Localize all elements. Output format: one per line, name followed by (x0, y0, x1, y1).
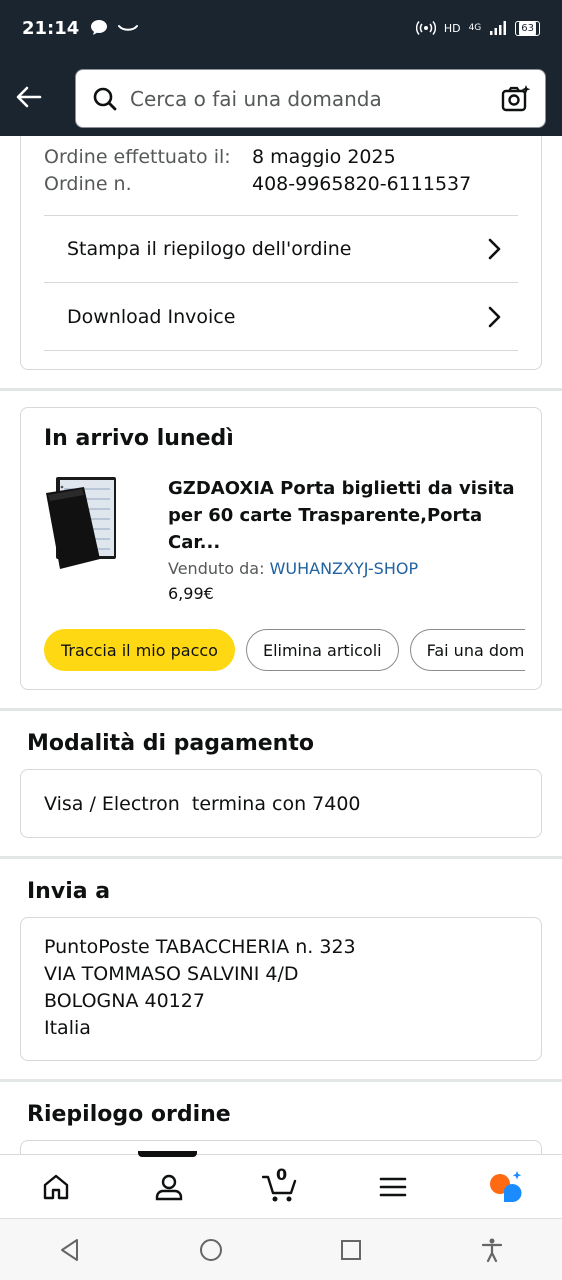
seller-link[interactable]: WUHANZXYJ-SHOP (270, 559, 419, 578)
order-date-label: Ordine effettuato il: (44, 146, 231, 168)
nav-rufus[interactable] (476, 1157, 536, 1217)
address-line-1: PuntoPoste TABACCHERIA n. 323 (44, 936, 356, 958)
order-number-row: Ordine n. 408-9965820-6111537 (44, 171, 518, 198)
product-image[interactable] (44, 475, 144, 571)
track-package-button[interactable]: Traccia il mio pacco (44, 629, 235, 671)
delivery-heading: In arrivo lunedì (44, 426, 234, 451)
address-line-3: BOLOGNA 40127 (44, 990, 205, 1012)
address-line-2: VIA TOMMASO SALVINI 4/D (44, 963, 299, 985)
order-date-value: 8 maggio 2025 (252, 146, 396, 168)
back-arrow-icon[interactable] (14, 82, 44, 112)
shipping-address-card: PuntoPoste TABACCHERIA n. 323 VIA TOMMAS… (20, 917, 542, 1061)
payment-title: Modalità di pagamento (27, 731, 314, 756)
wave-icon (118, 25, 139, 31)
app-header: 21:14 HD 4G 63 Cerca o fai una domanda (0, 0, 562, 136)
search-input[interactable]: Cerca o fai una domanda (130, 87, 501, 111)
chat-bubble-icon (91, 20, 108, 35)
camera-search-icon[interactable] (501, 84, 531, 114)
item-price: 6,99€ (168, 584, 214, 603)
system-navigation-bar (0, 1218, 562, 1280)
system-recents-icon[interactable] (338, 1237, 364, 1263)
hamburger-menu-icon (380, 1177, 407, 1196)
status-time: 21:14 (22, 17, 80, 39)
bottom-navigation: 0 (0, 1151, 562, 1218)
accessibility-icon[interactable] (479, 1237, 505, 1263)
payment-method: Visa / Electron termina con 7400 (44, 792, 361, 815)
nav-menu[interactable] (363, 1157, 423, 1217)
delivery-card: In arrivo lunedì GZDAOXIA Porta bigliett… (20, 407, 542, 690)
search-bar[interactable]: Cerca o fai una domanda (75, 69, 546, 128)
sold-by: Venduto da: WUHANZXYJ-SHOP (168, 559, 525, 578)
hotspot-icon (415, 21, 436, 35)
status-bar: 21:14 HD 4G 63 (0, 0, 562, 56)
network-indicator: 4G (468, 23, 482, 33)
ask-question-button[interactable]: Fai una domanda (409, 629, 525, 671)
order-number-value: 408-9965820-6111537 (252, 173, 472, 195)
download-invoice-link[interactable]: Download Invoice (44, 283, 518, 351)
nav-cart[interactable]: 0 (251, 1157, 311, 1217)
order-details-content[interactable]: Ordine effettuato il: 8 maggio 2025 Ordi… (0, 136, 562, 1154)
print-summary-label: Stampa il riepilogo dell'ordine (67, 238, 352, 260)
signal-icon (490, 21, 507, 35)
address-line-4: Italia (44, 1017, 91, 1039)
item-title-line-2: per 60 carte Trasparente,Porta Car... (168, 505, 483, 553)
nav-home[interactable] (26, 1157, 86, 1217)
item-title-line-1: GZDAOXIA Porta biglietti da visita (168, 478, 515, 499)
payment-card: Visa / Electron termina con 7400 (20, 769, 542, 838)
battery-icon: 63 (515, 20, 540, 36)
download-invoice-label: Download Invoice (67, 305, 236, 328)
system-back-icon[interactable] (57, 1237, 83, 1263)
cart-count: 0 (275, 1164, 288, 1184)
order-date-row: Ordine effettuato il: 8 maggio 2025 (44, 144, 518, 171)
nav-account[interactable] (139, 1157, 199, 1217)
summary-card (20, 1140, 542, 1154)
summary-title: Riepilogo ordine (27, 1102, 231, 1127)
sold-by-label: Venduto da: (168, 559, 265, 578)
user-icon (155, 1174, 182, 1200)
rufus-assistant-icon (489, 1170, 522, 1202)
item-title[interactable]: GZDAOXIA Porta biglietti da visita per 6… (168, 475, 525, 556)
action-buttons-row[interactable]: Traccia il mio pacco Elimina articoli Fa… (44, 629, 525, 671)
hd-indicator: HD (443, 21, 461, 35)
home-icon (43, 1174, 69, 1199)
system-home-icon[interactable] (198, 1237, 224, 1263)
shipping-title: Invia a (27, 879, 111, 904)
search-icon (93, 87, 117, 110)
order-item[interactable]: GZDAOXIA Porta biglietti da visita per 6… (44, 475, 525, 603)
chevron-right-icon (488, 306, 501, 327)
chevron-right-icon (488, 238, 501, 260)
battery-level: 63 (519, 21, 536, 35)
section-divider (0, 388, 562, 391)
order-info-card: Ordine effettuato il: 8 maggio 2025 Ordi… (20, 136, 542, 370)
delete-items-button[interactable]: Elimina articoli (245, 629, 399, 671)
item-info: GZDAOXIA Porta biglietti da visita per 6… (168, 475, 525, 603)
order-number-label: Ordine n. (44, 173, 132, 195)
print-summary-link[interactable]: Stampa il riepilogo dell'ordine (44, 215, 518, 283)
